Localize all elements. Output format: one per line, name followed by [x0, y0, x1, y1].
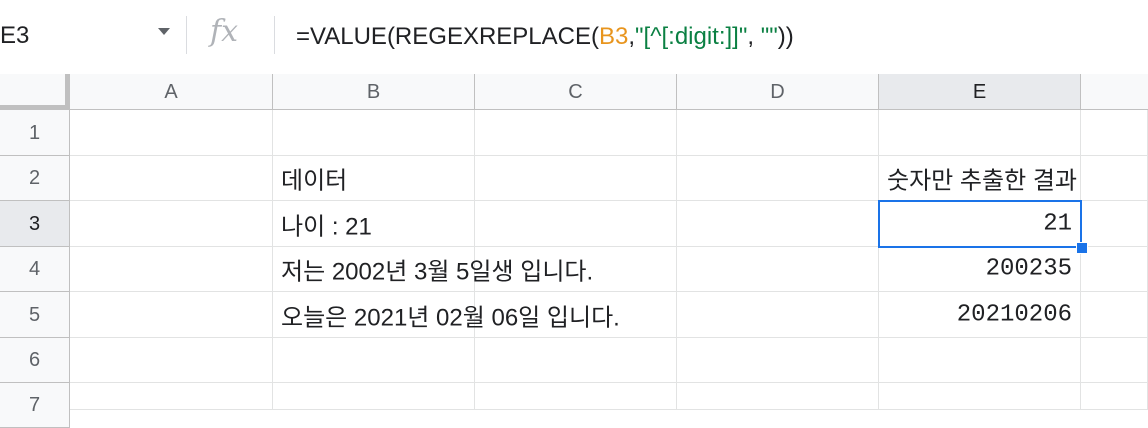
- column-header-a[interactable]: A: [70, 74, 273, 110]
- formula-comma: ,: [747, 23, 761, 50]
- cell-e2[interactable]: 숫자만 추출한 결과: [879, 156, 1081, 201]
- cell-b1[interactable]: [273, 110, 475, 156]
- cell-f6[interactable]: [1081, 338, 1148, 383]
- row-header-4[interactable]: 4: [0, 247, 70, 292]
- cell-e2-text: 숫자만 추출한 결과: [887, 167, 1077, 195]
- row-header-2[interactable]: 2: [0, 156, 70, 201]
- cell-a5[interactable]: [70, 292, 273, 338]
- formula-bar: E3 fx =VALUE(REGEXREPLACE(B3,"[^[:digit:…: [0, 0, 1148, 75]
- cell-f5[interactable]: [1081, 292, 1148, 338]
- select-all-corner[interactable]: [0, 74, 70, 110]
- row-header-1[interactable]: 1: [0, 110, 70, 156]
- name-box[interactable]: E3: [0, 0, 182, 74]
- chevron-down-icon[interactable]: [158, 28, 170, 35]
- cell-e3[interactable]: 21: [879, 201, 1081, 247]
- cell-e4-text: 200235: [985, 255, 1072, 283]
- cell-e1[interactable]: [879, 110, 1081, 156]
- spreadsheet-grid: A B C D E 1 2 3 4 5 6 7 데이터 숫자만 추출한 결과 나…: [0, 74, 1148, 428]
- cell-a7[interactable]: [70, 383, 273, 410]
- cell-a1[interactable]: [70, 110, 273, 156]
- cell-c6[interactable]: [475, 338, 677, 383]
- cell-d3[interactable]: [677, 201, 879, 247]
- formula-input[interactable]: =VALUE(REGEXREPLACE(B3,"[^[:digit:]]", "…: [296, 23, 794, 51]
- column-header-d[interactable]: D: [677, 74, 879, 110]
- cell-d1[interactable]: [677, 110, 879, 156]
- cell-b7[interactable]: [273, 383, 475, 410]
- cell-a3[interactable]: [70, 201, 273, 247]
- cell-c2[interactable]: [475, 156, 677, 201]
- cell-d4[interactable]: [677, 247, 879, 292]
- cell-b3[interactable]: 나이 : 21: [273, 201, 475, 247]
- formula-replacement-string: "": [760, 23, 778, 50]
- cell-f3[interactable]: [1081, 201, 1148, 247]
- column-header-e[interactable]: E: [879, 74, 1081, 110]
- cell-e5-text: 20210206: [956, 301, 1072, 328]
- cell-a4[interactable]: [70, 247, 273, 292]
- cell-f4[interactable]: [1081, 247, 1148, 292]
- row-header-6[interactable]: 6: [0, 338, 70, 383]
- column-header-c[interactable]: C: [475, 74, 677, 110]
- cell-d7[interactable]: [677, 383, 879, 410]
- column-header-f[interactable]: [1081, 74, 1148, 110]
- cell-c7[interactable]: [475, 383, 677, 410]
- cell-e4[interactable]: 200235: [879, 247, 1081, 292]
- cell-e5[interactable]: 20210206: [879, 292, 1081, 338]
- cell-e7[interactable]: [879, 383, 1081, 410]
- formula-prefix: =VALUE(REGEXREPLACE(: [296, 23, 599, 50]
- cell-d6[interactable]: [677, 338, 879, 383]
- cell-a6[interactable]: [70, 338, 273, 383]
- divider: [186, 16, 187, 54]
- row-header-3[interactable]: 3: [0, 201, 70, 247]
- row-header-5[interactable]: 5: [0, 292, 70, 338]
- cell-a2[interactable]: [70, 156, 273, 201]
- cell-b6[interactable]: [273, 338, 475, 383]
- cell-d5[interactable]: [677, 292, 879, 338]
- cell-c3[interactable]: [475, 201, 677, 247]
- cell-e3-text: 21: [1043, 210, 1072, 237]
- cell-c5[interactable]: [475, 292, 677, 338]
- formula-suffix: )): [777, 23, 794, 50]
- fx-icon: fx: [210, 14, 239, 49]
- cell-b2-text: 데이터: [281, 167, 348, 195]
- cell-f2[interactable]: [1081, 156, 1148, 201]
- cell-b3-text: 나이 : 21: [281, 213, 372, 240]
- cell-b5[interactable]: 오늘은 2021년 02월 06일 입니다.: [273, 292, 620, 338]
- cell-d2[interactable]: [677, 156, 879, 201]
- row-header-7[interactable]: 7: [0, 383, 70, 428]
- cell-b2[interactable]: 데이터: [273, 156, 475, 201]
- cell-b4[interactable]: 저는 2002년 3월 5일생 입니다.: [273, 247, 593, 292]
- cell-f1[interactable]: [1081, 110, 1148, 156]
- fill-handle[interactable]: [1076, 242, 1088, 254]
- cell-c1[interactable]: [475, 110, 677, 156]
- cell-f7[interactable]: [1081, 383, 1148, 410]
- cell-c4[interactable]: [475, 247, 677, 292]
- name-box-value: E3: [0, 22, 30, 49]
- formula-pattern-string: "[^[:digit:]]": [635, 23, 748, 50]
- formula-cell-reference: B3: [599, 23, 629, 50]
- column-header-b[interactable]: B: [273, 74, 475, 110]
- divider: [274, 16, 275, 54]
- cell-e6[interactable]: [879, 338, 1081, 383]
